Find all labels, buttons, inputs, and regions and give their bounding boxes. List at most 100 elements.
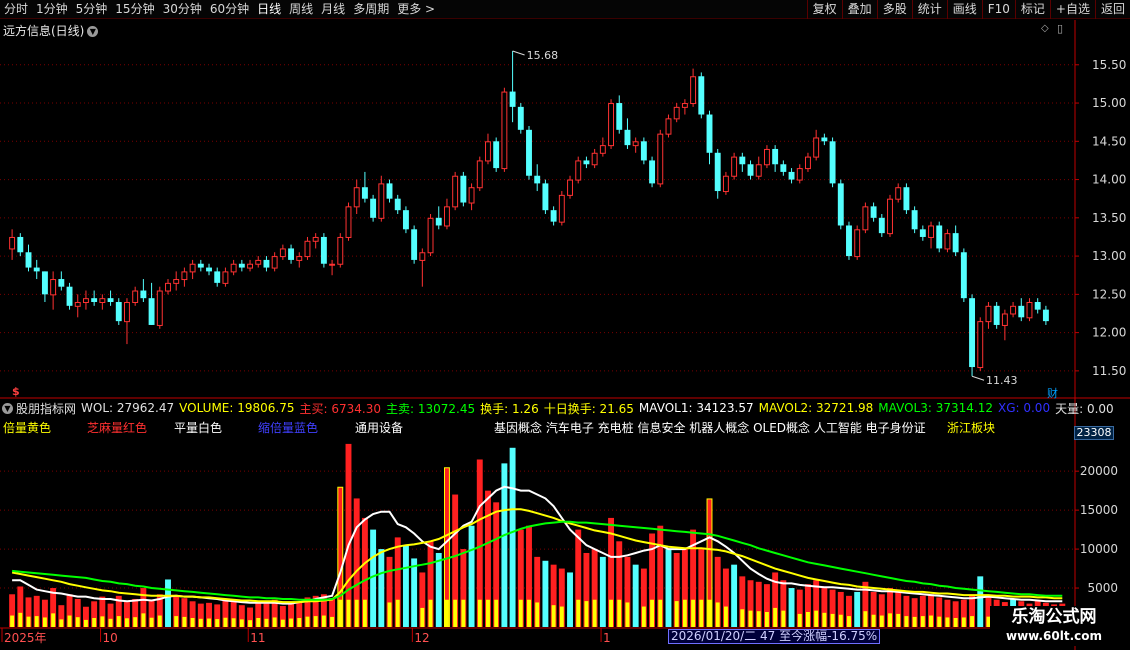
candle-body	[526, 129, 532, 176]
volume-bar-inner	[617, 599, 622, 627]
candle	[731, 152, 738, 180]
volume-bar-inner	[190, 618, 195, 627]
indicator-wol: WOL: 27962.47	[81, 401, 175, 415]
volume-bar-inner	[847, 616, 851, 627]
indicator-main-sell: 主卖: 13072.45	[386, 401, 476, 416]
volume-bar	[197, 603, 204, 627]
indicator-turnover10: 十日换手: 21.65	[543, 401, 634, 416]
volume-bar	[25, 597, 32, 627]
candle-body	[411, 229, 418, 260]
high-pointer	[512, 50, 525, 56]
volume-bar	[755, 581, 762, 627]
volume-bar-inner	[321, 615, 326, 627]
candle	[599, 137, 606, 157]
candle	[813, 129, 820, 161]
volume-bar-inner	[953, 618, 958, 627]
volume-bar-inner	[723, 606, 728, 627]
candle-body	[156, 290, 163, 326]
volume-bar-inner	[486, 599, 490, 627]
volume-bar	[517, 529, 524, 627]
volume-bar-body	[542, 560, 549, 627]
candle	[411, 225, 418, 264]
volume-bar-inner	[207, 618, 211, 627]
volume-bar-inner	[198, 618, 203, 627]
candle	[583, 156, 590, 169]
candle	[542, 179, 549, 214]
volume-bar-inner	[888, 613, 892, 627]
candle-body	[476, 160, 483, 189]
candle	[649, 156, 656, 188]
volume-bar-inner	[362, 599, 367, 627]
candle	[329, 259, 336, 276]
indicator-chevron-icon[interactable]: ▼	[2, 402, 13, 414]
volume-bar	[837, 591, 844, 627]
candle-body	[304, 240, 311, 258]
candle	[550, 206, 557, 226]
volume-bar	[657, 525, 664, 627]
candle-body	[616, 103, 623, 130]
price-tick-label: 13.00	[1092, 249, 1126, 263]
candle	[312, 233, 319, 249]
candle	[665, 114, 672, 138]
candle-body	[985, 305, 992, 323]
candle	[107, 290, 114, 306]
volume-bar	[66, 594, 73, 627]
candle	[33, 259, 40, 280]
volume-bar	[214, 604, 221, 627]
candle-body	[698, 76, 705, 115]
volume-bar-inner	[650, 599, 655, 627]
candle-body	[706, 114, 713, 153]
candle	[993, 302, 1000, 329]
volume-bar-inner	[527, 599, 531, 627]
candle	[640, 137, 647, 165]
stock-chart-window: 分时 1分钟 5分钟 15分钟 30分钟 60分钟 日线 周线 月线 多周期 更多 > 复权 叠加 多股…	[0, 0, 1130, 650]
candle-body	[419, 252, 426, 261]
candle-body	[567, 179, 573, 196]
volume-bar-body	[731, 564, 738, 627]
volume-bar	[337, 486, 344, 627]
time-tick-label: 1	[603, 631, 611, 645]
candle-body	[353, 187, 360, 208]
candle	[854, 225, 861, 260]
volume-bar	[624, 556, 631, 627]
candle-body	[361, 187, 368, 199]
indicator-name[interactable]: 股朋指标网	[16, 400, 76, 417]
candle-body	[878, 217, 885, 234]
volume-bar-inner	[256, 618, 261, 627]
candle	[952, 225, 959, 257]
volume-bar-inner	[83, 619, 88, 627]
volume-bar	[288, 602, 295, 627]
volume-bar-inner	[182, 616, 187, 627]
volume-bar-inner	[239, 619, 244, 627]
volume-bar	[887, 588, 893, 627]
volume-bar	[419, 572, 426, 627]
volume-bar-inner	[937, 616, 942, 627]
candle	[624, 118, 631, 149]
candle	[230, 259, 237, 276]
candle-body	[887, 198, 893, 235]
volume-tick-label: 10000	[1080, 542, 1118, 556]
volume-bar	[640, 568, 647, 627]
volume-bar-inner	[223, 617, 228, 627]
candle-body	[279, 248, 286, 258]
candle	[977, 317, 984, 371]
candle	[320, 233, 327, 268]
volume-bar-inner	[395, 599, 400, 627]
chart-canvas[interactable]: 11.50 12.00 12.50 13.00 13.50 14.00 14.50 15.00…	[0, 0, 1130, 650]
volume-bar-inner	[313, 616, 318, 627]
candle-body	[1010, 305, 1017, 315]
volume-tick-label: 20000	[1080, 464, 1118, 478]
candle	[394, 194, 401, 214]
volume-bar-inner	[10, 615, 15, 627]
volume-bar-body	[599, 556, 606, 627]
volume-bar-inner	[641, 606, 646, 627]
volume-bar-inner	[773, 607, 778, 627]
volume-bar-inner	[838, 614, 843, 627]
volume-bar-inner	[551, 605, 556, 627]
candle	[296, 252, 303, 268]
volume-bar-inner	[125, 618, 129, 627]
candle	[493, 137, 500, 172]
volume-bar	[17, 586, 24, 627]
volume-bar	[345, 443, 352, 627]
volume-bar	[485, 490, 491, 627]
